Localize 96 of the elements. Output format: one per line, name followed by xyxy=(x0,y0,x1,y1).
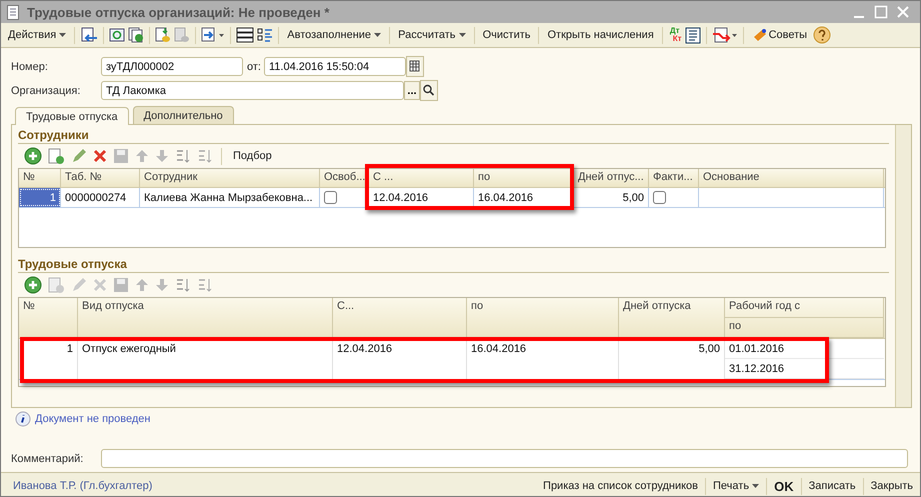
column-header[interactable]: Вид отпуска xyxy=(78,298,333,338)
caret-icon xyxy=(374,33,382,38)
arrow-down-icon[interactable] xyxy=(155,278,169,292)
rows-icon[interactable] xyxy=(236,27,254,43)
sort-descending-icon[interactable] xyxy=(197,277,213,293)
tab[interactable]: Трудовые отпуска xyxy=(15,107,129,125)
table-cell: 0000000274 xyxy=(61,188,140,207)
table-cell: 16.04.2016 xyxy=(467,339,619,379)
user-name: Иванова Т.Р. (Гл.бухгалтер) xyxy=(13,480,152,492)
table-cell: 31.12.2016 xyxy=(725,359,884,379)
table-cell: 1 xyxy=(19,339,78,379)
column-header[interactable]: № xyxy=(19,298,78,338)
checkbox[interactable] xyxy=(653,191,666,204)
sort-ascending-icon[interactable] xyxy=(175,148,191,164)
sort-descending-icon[interactable] xyxy=(197,148,213,164)
column-header[interactable]: по xyxy=(467,298,619,338)
save-button[interactable]: Записать xyxy=(806,479,859,493)
table-cell[interactable]: 1 xyxy=(19,188,61,207)
organization-label: Организация: xyxy=(11,84,82,96)
clear-button[interactable]: Очистить xyxy=(480,28,534,42)
column-header[interactable]: Основание xyxy=(699,169,884,187)
copy-add-icon[interactable] xyxy=(128,27,144,43)
section-title: Сотрудники xyxy=(18,127,889,144)
save-icon[interactable] xyxy=(113,148,129,164)
comment-field[interactable] xyxy=(101,449,908,468)
arrow-down-icon[interactable] xyxy=(155,149,169,163)
number-field[interactable]: зуТДЛ000002 xyxy=(101,57,243,76)
status-message[interactable]: Документ не проведен xyxy=(35,413,150,425)
comment-label: Комментарий: xyxy=(11,452,84,464)
table-cell: 12.04.2016 xyxy=(333,339,467,379)
ok-button[interactable]: OK xyxy=(771,478,797,494)
column-header[interactable]: по xyxy=(474,169,574,187)
autofill-menu[interactable]: Автозаполнение xyxy=(284,28,384,42)
column-header[interactable]: Освоб... xyxy=(320,169,369,187)
pick-button[interactable]: Подбор xyxy=(230,149,275,163)
order-button[interactable]: Приказ на список сотрудников xyxy=(540,479,702,493)
print-menu[interactable]: Печать xyxy=(710,479,762,493)
open-accruals-button[interactable]: Открыть начисления xyxy=(544,28,657,42)
close-icon[interactable] xyxy=(896,5,910,19)
pencil-icon[interactable] xyxy=(71,148,87,164)
table-cell: Отпуск ежегодный xyxy=(78,339,333,379)
tips-button[interactable]: Советы xyxy=(748,26,810,44)
pencil-icon[interactable] xyxy=(71,277,87,293)
maximize-icon[interactable] xyxy=(874,5,888,19)
column-header[interactable]: по xyxy=(725,318,884,338)
checkbox[interactable] xyxy=(324,191,337,204)
column-header[interactable]: Дней отпус... xyxy=(574,169,649,187)
copy-add-icon[interactable] xyxy=(48,148,65,164)
table-cell: 5,00 xyxy=(619,339,725,379)
checklist-icon[interactable] xyxy=(257,27,274,43)
column-header[interactable]: Рабочий год с xyxy=(725,298,884,318)
arrow-up-icon[interactable] xyxy=(135,149,149,163)
caret-icon xyxy=(458,33,466,38)
report-icon[interactable] xyxy=(684,26,701,44)
actions-menu[interactable]: Действия xyxy=(5,28,70,42)
help-icon[interactable] xyxy=(813,26,832,44)
section-title: Трудовые отпуска xyxy=(18,256,889,273)
calculate-menu[interactable]: Рассчитать xyxy=(395,28,469,42)
export-menu-icon[interactable] xyxy=(201,27,226,43)
tab[interactable]: Дополнительно xyxy=(132,106,234,124)
caret-icon xyxy=(752,484,760,488)
save-icon[interactable] xyxy=(113,277,129,293)
document-coins-icon[interactable] xyxy=(155,27,172,43)
column-header[interactable]: № xyxy=(19,169,61,187)
caret-icon xyxy=(59,33,66,38)
table-cell: 16.04.2016 xyxy=(474,188,574,207)
debit-credit-button[interactable]: Дт Кт xyxy=(668,27,682,43)
add-icon[interactable] xyxy=(24,147,42,165)
document-icon xyxy=(7,4,19,20)
document-arrow-menu-icon[interactable] xyxy=(712,27,738,43)
column-header[interactable]: Сотрудник xyxy=(140,169,320,187)
add-icon[interactable] xyxy=(24,276,42,294)
column-header[interactable]: Факти... xyxy=(649,169,699,187)
close-button[interactable]: Закрыть xyxy=(868,479,916,493)
column-header[interactable]: Таб. № xyxy=(61,169,140,187)
table-cell: 5,00 xyxy=(574,188,649,207)
select-button[interactable]: ... xyxy=(404,81,420,100)
window-title: Трудовые отпуска организаций: Не проведен * xyxy=(27,4,330,20)
date-label: от: xyxy=(247,60,261,72)
search-icon[interactable] xyxy=(420,80,438,101)
table-cell: 12.04.2016 xyxy=(369,188,474,207)
table-cell: 01.01.2016 xyxy=(725,339,884,359)
column-header[interactable]: С... xyxy=(333,298,467,338)
scrollbar[interactable] xyxy=(895,125,911,407)
number-label: Номер: xyxy=(11,60,49,72)
organization-field[interactable]: ТД Лакомка xyxy=(101,81,404,100)
sort-ascending-icon[interactable] xyxy=(175,277,191,293)
column-header[interactable]: С ... xyxy=(369,169,474,187)
info-icon xyxy=(15,411,31,427)
date-field[interactable]: 11.04.2016 15:50:04 xyxy=(264,57,406,76)
calendar-icon[interactable] xyxy=(406,56,424,77)
column-header[interactable]: Дней отпуска xyxy=(619,298,725,338)
document-arrow-icon[interactable] xyxy=(80,27,98,43)
table-cell: Калиева Жанна Мырзабековна... xyxy=(140,188,320,207)
delete-icon[interactable] xyxy=(93,149,107,163)
arrow-up-icon[interactable] xyxy=(135,278,149,292)
